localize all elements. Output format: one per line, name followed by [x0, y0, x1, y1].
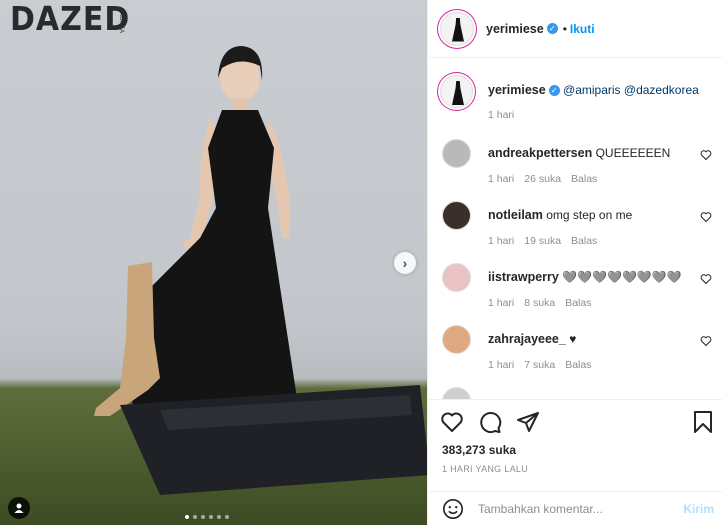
- carousel-dot: [225, 515, 229, 519]
- comment-text: ♥: [569, 332, 577, 346]
- carousel-dot: [193, 515, 197, 519]
- heart-icon[interactable]: [700, 211, 712, 223]
- comment-username[interactable]: andreakpettersen: [488, 146, 592, 160]
- comment-age: 1 hari: [488, 297, 515, 309]
- carousel-dot: [217, 515, 221, 519]
- bookmark-icon[interactable]: [692, 410, 714, 434]
- commenter-avatar[interactable]: [442, 325, 471, 354]
- comment-username[interactable]: notleilam: [488, 208, 543, 222]
- like-icon[interactable]: [440, 410, 464, 434]
- boat: [120, 385, 427, 495]
- tagged-users-button[interactable]: [8, 497, 30, 519]
- comment-username[interactable]: zahrajayeee_: [488, 332, 566, 346]
- comment-age: 1 hari: [488, 173, 515, 185]
- carousel-dot: [209, 515, 213, 519]
- next-image-button[interactable]: ›: [394, 252, 416, 274]
- reply-button[interactable]: Balas: [571, 173, 597, 185]
- heart-icon[interactable]: [700, 273, 712, 285]
- post-image[interactable]: DAZED KOREA ›: [0, 0, 427, 525]
- comment-likes[interactable]: 19 suka: [524, 235, 561, 247]
- author-username[interactable]: yerimiese: [486, 22, 544, 36]
- commenter-avatar[interactable]: [442, 139, 471, 168]
- comment-likes[interactable]: 7 suka: [524, 359, 555, 371]
- comment-username[interactable]: iistrawperry: [488, 270, 559, 284]
- caption-avatar[interactable]: [440, 75, 473, 108]
- post-timestamp: 1 HARI YANG LALU: [442, 464, 528, 474]
- reply-button[interactable]: Balas: [565, 297, 591, 309]
- verified-icon: ✓: [546, 23, 558, 34]
- separator: •: [562, 21, 567, 36]
- comment-text: omg step on me: [546, 208, 633, 222]
- post-actions: 383,273 suka 1 HARI YANG LALU: [428, 399, 722, 489]
- comment-input[interactable]: [478, 501, 668, 516]
- user-icon: [14, 503, 24, 513]
- post-sidebar: yerimiese ✓ • Ikuti yerimiese ✓ @amiparis…: [427, 0, 722, 525]
- heart-icon[interactable]: [700, 149, 712, 161]
- magazine-logo: DAZED: [10, 0, 131, 39]
- reply-button[interactable]: Balas: [571, 235, 597, 247]
- comment-icon[interactable]: [478, 410, 502, 434]
- emoji-icon[interactable]: [442, 498, 464, 520]
- reply-button[interactable]: Balas: [565, 359, 591, 371]
- commenter-avatar[interactable]: [442, 387, 471, 399]
- comment-likes[interactable]: 26 suka: [524, 173, 561, 185]
- commenter-avatar[interactable]: [442, 263, 471, 292]
- carousel-indicator: [185, 515, 229, 519]
- post-header: yerimiese ✓ • Ikuti: [428, 0, 722, 58]
- magazine-logo-sub: KOREA: [118, 12, 124, 34]
- comment-likes[interactable]: 8 suka: [524, 297, 555, 309]
- commenter-avatar[interactable]: [442, 201, 471, 230]
- like-count[interactable]: 383,273 suka: [442, 443, 516, 457]
- comment-text: 🩶🩶🩶🩶🩶🩶🩶🩶: [562, 270, 682, 284]
- verified-icon: ✓: [548, 85, 560, 97]
- comment-age: 1 hari: [488, 359, 515, 371]
- carousel-dot: [185, 515, 189, 519]
- comment-age: 1 hari: [488, 235, 515, 247]
- add-comment-bar: Kirim: [428, 491, 722, 525]
- caption-age: 1 hari: [488, 109, 515, 121]
- heart-icon[interactable]: [700, 335, 712, 347]
- share-icon[interactable]: [516, 410, 540, 434]
- carousel-dot: [201, 515, 205, 519]
- comment-text: QUEEEEEEN: [595, 146, 671, 160]
- model-figure: [94, 46, 300, 418]
- author-avatar[interactable]: [440, 11, 474, 46]
- caption-username[interactable]: yerimiese: [488, 83, 546, 97]
- post-comment-button[interactable]: Kirim: [683, 502, 714, 516]
- comments-list[interactable]: yerimiese ✓ @amiparis @dazedkorea 1 hari …: [428, 59, 722, 399]
- caption-mentions[interactable]: @amiparis @dazedkorea: [563, 83, 699, 97]
- follow-button[interactable]: Ikuti: [570, 22, 595, 36]
